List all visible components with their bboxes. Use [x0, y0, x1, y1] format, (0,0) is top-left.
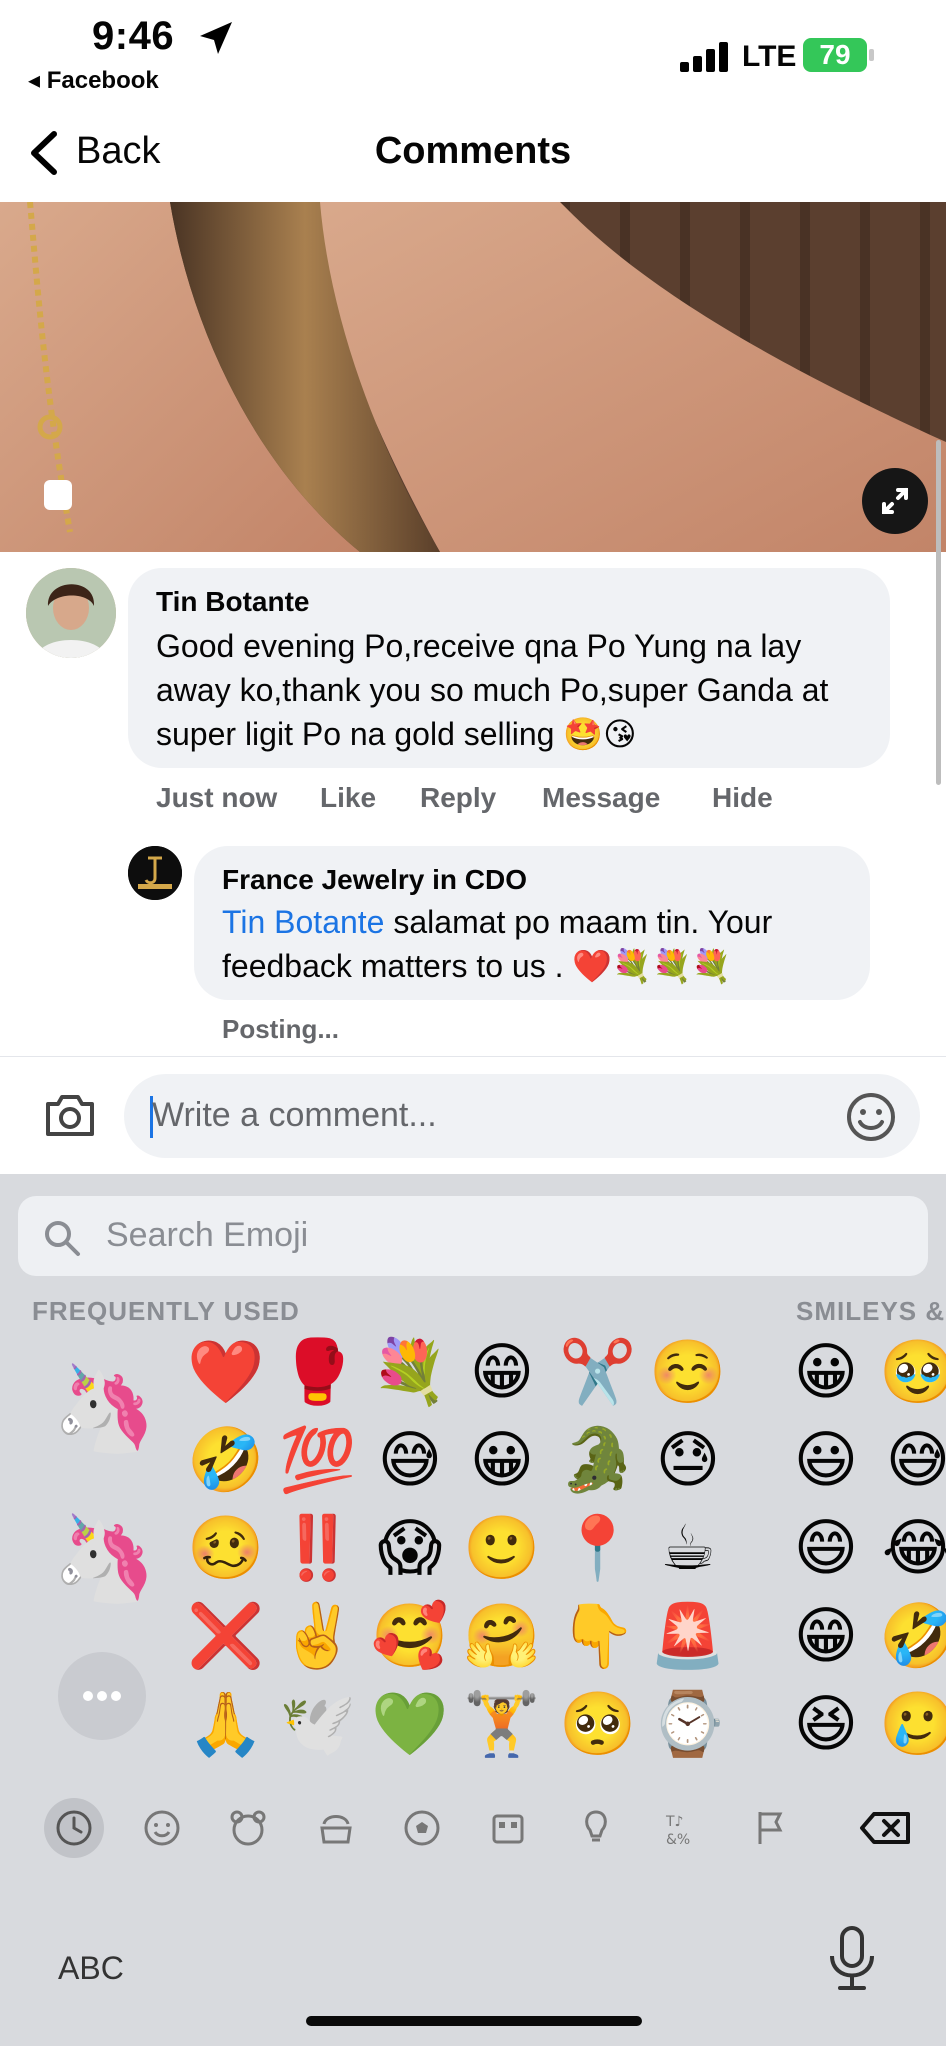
emoji-key[interactable]: 🙂: [462, 1508, 542, 1588]
signal-bars-icon: [680, 42, 732, 72]
battery-indicator: 79: [803, 38, 867, 72]
avatar[interactable]: [26, 568, 116, 658]
section-smileys: SMILEYS &: [796, 1296, 946, 1326]
emoji-key[interactable]: 😁: [462, 1332, 542, 1412]
emoji-key[interactable]: 😃: [786, 1420, 866, 1500]
expand-icon: [882, 488, 908, 514]
emoji-key[interactable]: 👇: [558, 1596, 638, 1676]
home-indicator: [306, 2016, 642, 2026]
search-icon: [42, 1218, 82, 1258]
camera-icon[interactable]: [44, 1092, 96, 1138]
message-button[interactable]: Message: [542, 782, 660, 814]
abc-keyboard-toggle[interactable]: ABC: [58, 1950, 124, 1987]
scrollbar[interactable]: [936, 440, 941, 785]
emoji-picker-icon[interactable]: [846, 1092, 896, 1142]
emoji-key[interactable]: 🥊: [278, 1332, 358, 1412]
emoji-key[interactable]: 😅: [878, 1420, 946, 1500]
emoji-key[interactable]: 😂: [878, 1508, 946, 1588]
animals-category-icon[interactable]: [218, 1798, 278, 1858]
emoji-key[interactable]: 💚: [370, 1684, 450, 1764]
location-arrow-icon: [196, 18, 236, 58]
posting-status: Posting...: [222, 1014, 339, 1044]
emoji-key[interactable]: ☕: [648, 1508, 728, 1588]
emoji-key[interactable]: 🥰: [370, 1596, 450, 1676]
expand-button[interactable]: [862, 468, 928, 534]
emoji-key[interactable]: ❌: [186, 1596, 266, 1676]
emoji-key[interactable]: 🏋️: [462, 1684, 542, 1764]
svg-text:&%: &%: [666, 1832, 690, 1848]
emoji-key[interactable]: 😆: [786, 1684, 866, 1764]
emoji-search-placeholder: Search Emoji: [106, 1216, 309, 1254]
emoji-key[interactable]: ☺️: [648, 1332, 728, 1412]
svg-text:T♪: T♪: [665, 1814, 684, 1830]
emoji-key[interactable]: 🥺: [558, 1684, 638, 1764]
comment-placeholder: Write a comment...: [152, 1096, 437, 1134]
page-title: Comments: [374, 130, 572, 172]
reply-author[interactable]: France Jewelry in CDO: [222, 864, 527, 896]
emoji-key[interactable]: 🤣: [878, 1596, 946, 1676]
emoji-key[interactable]: 😀: [786, 1332, 866, 1412]
emoji-key[interactable]: 💐: [370, 1332, 450, 1412]
emoji-key[interactable]: 😓: [648, 1420, 728, 1500]
emoji-key[interactable]: 🤣: [186, 1420, 266, 1500]
activity-category-icon[interactable]: [392, 1798, 452, 1858]
emoji-key[interactable]: 😁: [786, 1596, 866, 1676]
emoji-key[interactable]: 😱: [370, 1508, 450, 1588]
emoji-key[interactable]: 😀: [462, 1420, 542, 1500]
mention-link[interactable]: Tin Botante: [222, 904, 384, 940]
emoji-key[interactable]: 🚨: [648, 1596, 728, 1676]
emoji-key[interactable]: ✌️: [278, 1596, 358, 1676]
travel-category-icon[interactable]: [478, 1798, 538, 1858]
status-time: 9:46: [92, 14, 175, 58]
hide-button[interactable]: Hide: [712, 782, 773, 814]
network-type: LTE: [742, 40, 797, 73]
emoji-key[interactable]: ⌚: [648, 1684, 728, 1764]
food-category-icon[interactable]: [306, 1798, 366, 1858]
emoji-key[interactable]: 😄: [786, 1508, 866, 1588]
reply-button[interactable]: Reply: [420, 782, 496, 814]
emoji-key[interactable]: ❤️: [186, 1332, 266, 1412]
smileys-category-icon[interactable]: [132, 1798, 192, 1858]
memoji-sticker[interactable]: 🦄: [52, 1498, 157, 1618]
section-frequently-used: FREQUENTLY USED: [32, 1296, 300, 1326]
emoji-key[interactable]: 📍: [558, 1508, 638, 1588]
page-avatar[interactable]: [128, 846, 182, 900]
like-button[interactable]: Like: [320, 782, 376, 814]
microphone-icon[interactable]: [826, 1924, 878, 1994]
emoji-key[interactable]: 🤗: [462, 1596, 542, 1676]
comment-author[interactable]: Tin Botante: [156, 586, 309, 618]
reply-text: Tin Botante salamat po maam tin. Your fe…: [222, 900, 862, 988]
memoji-sticker[interactable]: 🦄: [52, 1348, 157, 1468]
symbols-category-icon[interactable]: T♪ &%: [652, 1798, 712, 1858]
emoji-key[interactable]: 🥹: [878, 1332, 946, 1412]
more-stickers-button[interactable]: [58, 1652, 146, 1740]
emoji-key[interactable]: 🐊: [558, 1420, 638, 1500]
more-icon: [83, 1691, 121, 1701]
post-photo[interactable]: [0, 202, 946, 552]
emoji-key[interactable]: 💯: [278, 1420, 358, 1500]
emoji-key[interactable]: 🙏: [186, 1684, 266, 1764]
back-to-app-link[interactable]: ◂ Facebook: [28, 66, 159, 95]
emoji-key[interactable]: ✂️: [558, 1332, 638, 1412]
emoji-key[interactable]: 🥴: [186, 1508, 266, 1588]
emoji-key[interactable]: ‼️: [278, 1508, 358, 1588]
flags-category-icon[interactable]: [740, 1798, 800, 1858]
emoji-key[interactable]: 😅: [370, 1420, 450, 1500]
comment-text: Good evening Po,receive qna Po Yung na l…: [156, 628, 829, 752]
emoji-key[interactable]: 🕊️: [278, 1684, 358, 1764]
objects-category-icon[interactable]: [566, 1798, 626, 1858]
backspace-icon[interactable]: [856, 1798, 916, 1858]
battery-tip: [869, 49, 874, 61]
recent-category-icon[interactable]: [44, 1798, 104, 1858]
emoji-key[interactable]: 🥲: [878, 1684, 946, 1764]
comment-timestamp: Just now: [156, 782, 278, 813]
